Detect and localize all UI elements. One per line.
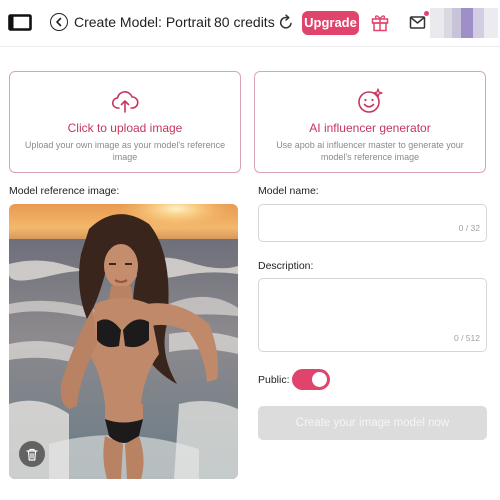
model-name-counter: 0 / 32 xyxy=(458,223,480,233)
ai-card-description: Use apob ai influencer master to generat… xyxy=(276,140,464,162)
window-frame-icon[interactable] xyxy=(8,14,32,31)
description-counter: 0 / 512 xyxy=(454,333,480,343)
upload-card-title: Click to upload image xyxy=(67,121,183,135)
public-label: Public: xyxy=(258,374,290,386)
model-name-input[interactable] xyxy=(259,205,486,241)
mail-icon[interactable] xyxy=(409,11,429,31)
toggle-knob xyxy=(312,372,327,387)
upload-image-card[interactable]: Click to upload image Upload your own im… xyxy=(9,71,241,173)
chevron-left-icon xyxy=(56,17,62,27)
refresh-icon[interactable] xyxy=(278,14,294,31)
create-model-button[interactable]: Create your image model now xyxy=(258,406,487,440)
page-title: Create Model: Portrait xyxy=(74,14,211,30)
cloud-upload-icon xyxy=(111,91,139,113)
ai-influencer-card[interactable]: AI influencer generator Use apob ai infl… xyxy=(254,71,486,173)
smiley-face-sparkle-icon xyxy=(358,88,383,113)
upload-card-description: Upload your own image as your model's re… xyxy=(24,140,226,162)
top-bar: Create Model: Portrait 80 credits Upgrad… xyxy=(0,0,500,46)
gift-icon[interactable] xyxy=(371,13,389,32)
description-label: Description: xyxy=(258,260,314,272)
credits-count: 80 credits xyxy=(214,14,275,30)
back-button[interactable] xyxy=(50,13,68,31)
reference-image-label: Model reference image: xyxy=(9,185,120,197)
upgrade-button[interactable]: Upgrade xyxy=(302,11,359,35)
header-divider xyxy=(0,46,500,47)
model-name-field: 0 / 32 xyxy=(258,204,487,242)
description-field: 0 / 512 xyxy=(258,278,487,352)
description-input[interactable] xyxy=(259,279,486,351)
user-avatar[interactable] xyxy=(430,8,498,38)
trash-icon xyxy=(26,448,38,461)
reference-image xyxy=(9,204,238,479)
ai-card-title: AI influencer generator xyxy=(309,121,431,135)
notification-dot xyxy=(424,11,429,16)
model-name-label: Model name: xyxy=(258,185,319,197)
public-toggle[interactable] xyxy=(292,369,330,390)
delete-image-button[interactable] xyxy=(19,441,45,467)
